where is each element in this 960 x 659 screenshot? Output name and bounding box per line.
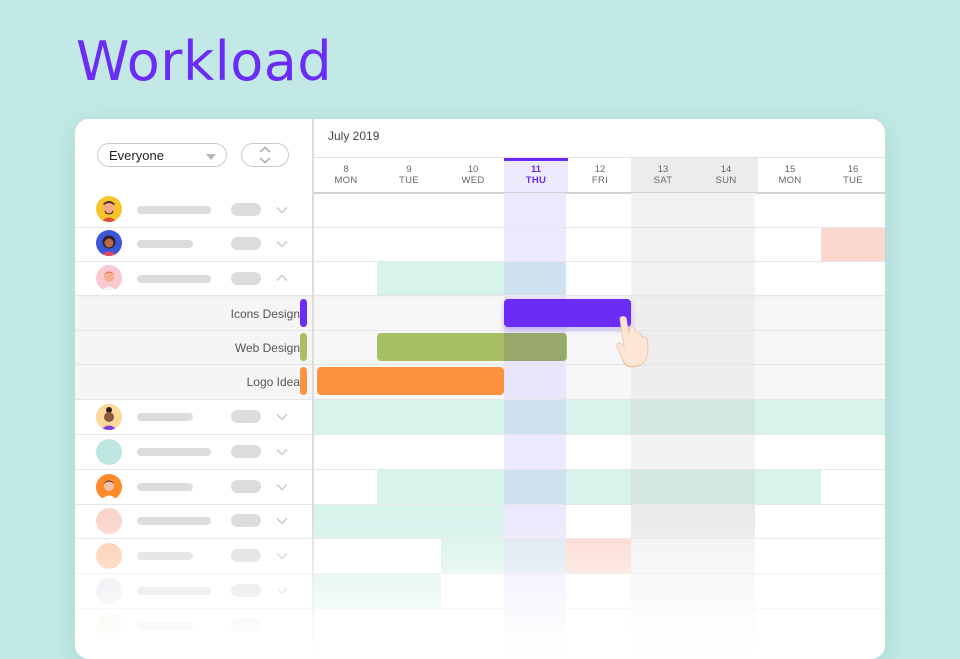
page-title: Workload (76, 30, 333, 93)
day-column-header[interactable]: 12 FRI (568, 158, 632, 192)
avatar[interactable] (96, 578, 122, 604)
day-column-header[interactable]: 10 WED (441, 158, 505, 192)
hours-placeholder (231, 272, 261, 285)
name-placeholder (137, 552, 193, 560)
day-label: SAT (653, 175, 673, 186)
hours-placeholder (231, 480, 261, 493)
chevron-down-icon[interactable] (276, 515, 288, 527)
assignment-cell[interactable] (441, 539, 504, 573)
panel-divider (312, 119, 314, 659)
toolbar: Everyone (75, 119, 312, 191)
day-label: SUN (715, 175, 737, 186)
assignment-cell[interactable] (821, 228, 885, 262)
avatar[interactable] (96, 543, 122, 569)
day-number: 9 (406, 164, 412, 175)
hours-placeholder (231, 445, 261, 458)
hours-placeholder (231, 203, 261, 216)
chevron-down-icon[interactable] (276, 481, 288, 493)
task-bar-logo-idea[interactable] (317, 367, 504, 395)
task-label: Logo Idea (246, 375, 300, 389)
chevron-down-icon (206, 154, 216, 160)
assignment-cell[interactable] (314, 400, 885, 434)
day-column-header[interactable]: 13 SAT (631, 158, 695, 192)
task-bar-icons-design[interactable] (504, 299, 631, 327)
hours-placeholder (231, 237, 261, 250)
day-number: 13 (657, 164, 669, 175)
day-label: TUE (399, 175, 419, 186)
chevron-down-icon[interactable] (276, 204, 288, 216)
day-label: WED (461, 175, 485, 186)
avatar[interactable] (96, 230, 122, 256)
day-number: 11 (530, 164, 542, 175)
day-label: TUE (843, 175, 863, 186)
day-label: MON (778, 175, 802, 186)
hours-placeholder (231, 619, 261, 632)
hours-placeholder (231, 549, 261, 562)
avatar[interactable] (96, 613, 122, 639)
day-number: 14 (720, 164, 732, 175)
day-column-header[interactable]: 8 MON (314, 158, 378, 192)
avatar-icon (96, 230, 122, 256)
people-filter-select[interactable]: Everyone (97, 143, 227, 167)
name-placeholder (137, 622, 193, 630)
day-column-header[interactable]: 11 THU (504, 158, 568, 192)
avatar[interactable] (96, 474, 122, 500)
name-placeholder (137, 206, 211, 214)
avatar[interactable] (96, 196, 122, 222)
avatar[interactable] (96, 404, 122, 430)
day-column-header[interactable]: 9 TUE (377, 158, 441, 192)
name-placeholder (137, 413, 193, 421)
hours-placeholder (231, 514, 261, 527)
avatar-icon (96, 474, 122, 500)
name-placeholder (137, 240, 193, 248)
sort-icon (259, 146, 271, 164)
hours-placeholder (231, 584, 261, 597)
day-number: 8 (343, 164, 349, 175)
day-number: 10 (467, 164, 479, 175)
day-column-header[interactable]: 15 MON (758, 158, 822, 192)
assignment-cell[interactable] (314, 505, 504, 539)
day-number: 15 (784, 164, 796, 175)
day-header: 8 MON 9 TUE 10 WED 11 THU 12 FRI 13 SAT 14 SUN 15 MON 16… (314, 157, 885, 194)
day-number: 16 (847, 164, 859, 175)
day-number: 12 (594, 164, 606, 175)
assignment-cell[interactable] (314, 574, 441, 608)
day-column-header[interactable]: 16 TUE (821, 158, 885, 192)
avatar[interactable] (96, 439, 122, 465)
name-placeholder (137, 517, 211, 525)
day-label: THU (525, 175, 547, 186)
day-label: MON (334, 175, 358, 186)
sort-button[interactable] (241, 143, 289, 167)
hand-pointer-icon (616, 316, 649, 368)
chevron-down-icon[interactable] (276, 411, 288, 423)
chevron-down-icon[interactable] (276, 238, 288, 250)
assignment-cell[interactable] (566, 539, 631, 573)
chevron-down-icon[interactable] (276, 585, 288, 597)
task-color-swatch (300, 333, 307, 361)
assignment-cell[interactable] (377, 262, 504, 296)
chevron-up-icon[interactable] (276, 272, 288, 284)
workload-panel: Everyone July 2019 8 MON 9 TUE 10 WED 11 THU 12 F… (75, 119, 885, 659)
avatar-icon (96, 196, 122, 222)
task-label: Icons Design (230, 307, 300, 321)
hours-placeholder (231, 410, 261, 423)
task-label: Web Design (234, 341, 300, 355)
avatar[interactable] (96, 508, 122, 534)
chevron-down-icon[interactable] (276, 550, 288, 562)
day-column-header[interactable]: 14 SUN (694, 158, 758, 192)
task-color-swatch (300, 299, 307, 327)
month-label: July 2019 (328, 129, 380, 143)
avatar[interactable] (96, 265, 122, 291)
avatar-icon (96, 265, 122, 291)
task-color-swatch (300, 367, 307, 395)
name-placeholder (137, 587, 211, 595)
name-placeholder (137, 483, 193, 491)
day-label: FRI (591, 175, 609, 186)
people-filter-value: Everyone (109, 148, 164, 163)
name-placeholder (137, 448, 211, 456)
chevron-down-icon[interactable] (276, 446, 288, 458)
avatar-icon (96, 404, 122, 430)
name-placeholder (137, 275, 211, 283)
